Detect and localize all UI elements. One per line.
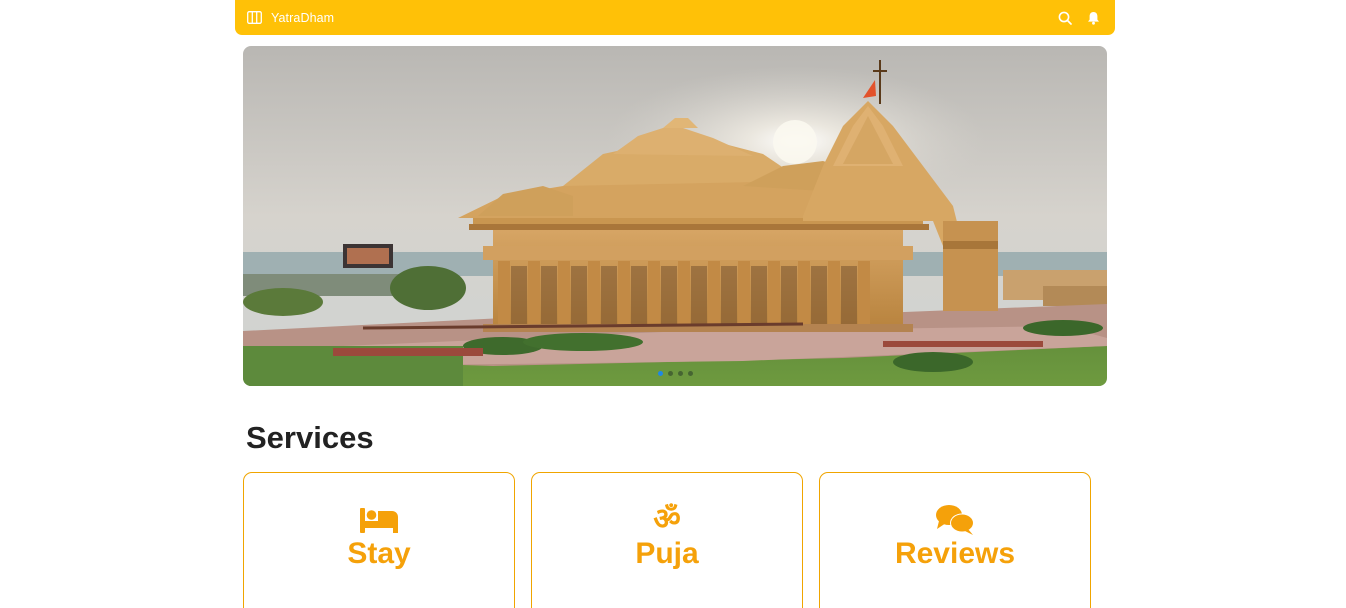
om-icon: ॐ	[653, 503, 680, 537]
carousel-dot-2[interactable]	[667, 371, 673, 376]
hero-carousel[interactable]	[243, 46, 1107, 386]
services-grid: Stay ॐ Puja Reviews	[243, 472, 1091, 608]
service-card-stay[interactable]: Stay	[243, 472, 515, 608]
bell-icon[interactable]	[1085, 10, 1101, 26]
service-label-reviews: Reviews	[894, 537, 1016, 570]
app-root: YatraDham Services Stay ॐ Puja Reviews	[0, 0, 1346, 608]
service-label-stay: Stay	[347, 537, 411, 570]
om-glyph: ॐ	[653, 502, 681, 537]
top-navbar: YatraDham	[235, 0, 1115, 35]
carousel-dot-1[interactable]	[657, 371, 663, 376]
menu-columns-icon[interactable]	[247, 11, 263, 25]
carousel-dot-3[interactable]	[677, 371, 683, 376]
service-label-puja: Puja	[635, 537, 699, 570]
search-icon[interactable]	[1057, 10, 1073, 26]
carousel-dot-4[interactable]	[687, 371, 693, 376]
services-heading: Services	[246, 420, 374, 455]
service-card-puja[interactable]: ॐ Puja	[531, 472, 803, 608]
bed-icon	[359, 503, 399, 537]
somnath-temple-photo	[243, 46, 1107, 386]
brand-name[interactable]: YatraDham	[271, 11, 334, 25]
carousel-indicators	[243, 371, 1107, 376]
chat-bubbles-icon	[935, 503, 975, 537]
service-card-reviews[interactable]: Reviews	[819, 472, 1091, 608]
